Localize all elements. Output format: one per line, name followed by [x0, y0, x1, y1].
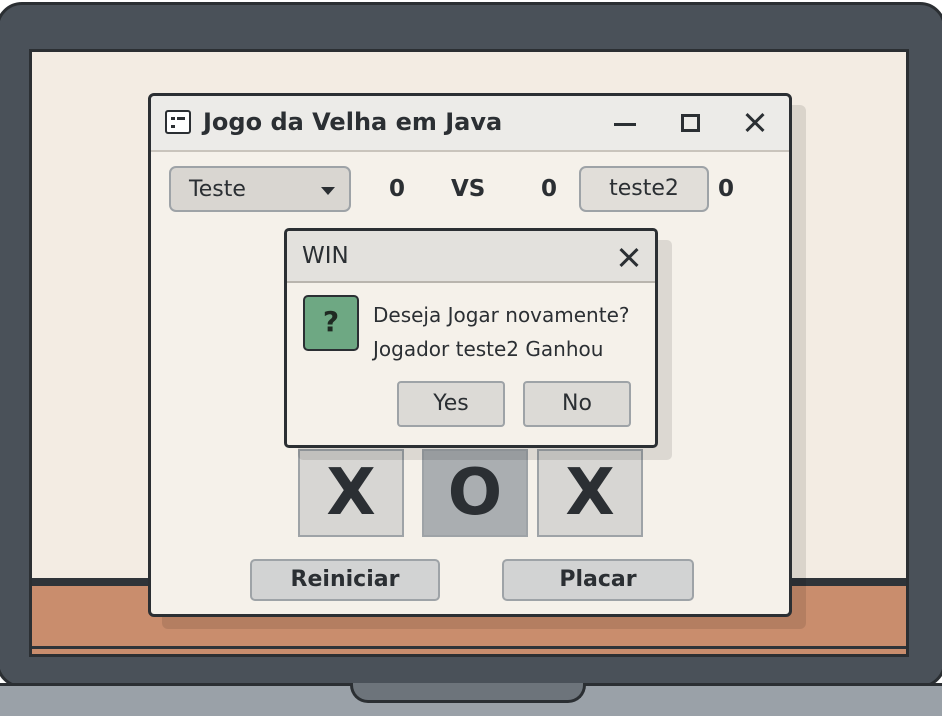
close-icon[interactable]: [615, 243, 645, 273]
vs-label: VS: [451, 176, 486, 202]
board-cell[interactable]: X: [537, 449, 643, 537]
player1-score: 0: [389, 176, 406, 202]
dialog-message-line1: Deseja Jogar novamente?: [373, 303, 630, 327]
player1-select[interactable]: Teste: [169, 166, 351, 212]
maximize-icon[interactable]: [676, 108, 706, 138]
minimize-icon[interactable]: [611, 108, 641, 138]
score-button[interactable]: Placar: [502, 559, 694, 601]
question-icon: ?: [303, 295, 359, 351]
player2-score-right: 0: [718, 176, 735, 202]
desk-line: [32, 646, 906, 649]
window-title: Jogo da Velha em Java: [203, 108, 503, 136]
laptop-base-notch: [350, 683, 586, 703]
no-button[interactable]: No: [523, 381, 631, 427]
restart-button[interactable]: Reiniciar: [250, 559, 440, 601]
player1-select-value: Teste: [189, 177, 246, 202]
board-cell[interactable]: X: [298, 449, 404, 537]
close-icon[interactable]: [741, 108, 771, 138]
player2-button[interactable]: teste2: [579, 166, 709, 212]
dialog-message-line2: Jogador teste2 Ganhou: [373, 337, 604, 361]
window-app-icon: [165, 110, 191, 134]
board-cell[interactable]: O: [422, 449, 528, 537]
dialog-title: WIN: [302, 243, 349, 269]
dialog-titlebar[interactable]: WIN: [287, 231, 655, 283]
window-titlebar[interactable]: Jogo da Velha em Java: [151, 96, 789, 152]
chevron-down-icon: [321, 187, 335, 195]
yes-button[interactable]: Yes: [397, 381, 505, 427]
win-dialog: WIN ? Deseja Jogar novamente? Jogador te…: [284, 228, 658, 448]
player2-score: 0: [541, 176, 558, 202]
